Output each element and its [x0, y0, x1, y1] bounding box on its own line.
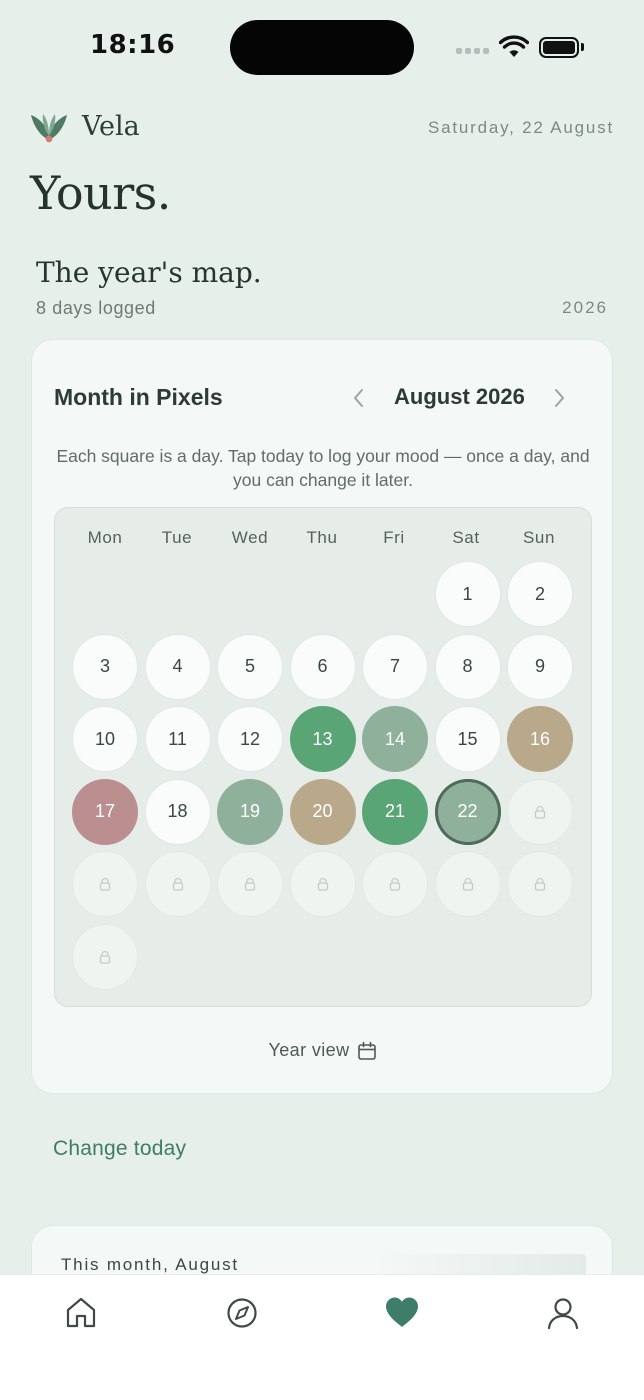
calendar-day[interactable]: 5: [217, 633, 283, 700]
weekday-label: Wed: [231, 528, 269, 547]
vela-logo-icon: [31, 114, 67, 143]
calendar-day[interactable]: 4: [144, 633, 211, 700]
compass-icon[interactable]: [224, 1295, 260, 1331]
section-title: The year's map.: [36, 256, 262, 289]
lock-icon: [99, 950, 111, 964]
lock-icon: [99, 877, 111, 891]
weekday-label: Tue: [161, 528, 193, 547]
current-date: Saturday, 22 August: [427, 118, 614, 137]
lock-icon: [317, 877, 328, 891]
calendar-day[interactable]: 2: [507, 561, 573, 627]
calendar-day[interactable]: 8: [434, 633, 501, 700]
calendar-day[interactable]: 11: [144, 706, 211, 772]
card-title: Month in Pixels: [54, 384, 223, 410]
calendar-day[interactable]: 1: [434, 561, 501, 627]
calendar-day-locked: [507, 778, 573, 845]
dynamic-island: [230, 20, 414, 75]
lock-icon: [462, 877, 473, 891]
user-icon[interactable]: [545, 1295, 581, 1331]
cellular-signal-icon: [456, 48, 489, 54]
calendar-day-locked: [72, 851, 138, 917]
calendar-day[interactable]: 15: [434, 706, 501, 772]
home-icon[interactable]: [63, 1295, 99, 1331]
weekday-label: Mon: [87, 528, 123, 547]
calendar-day[interactable]: 13: [289, 706, 356, 772]
calendar-grid: Mon Tue Wed Thu Fri Sat Sun 1 2 3 4 5 6 7 8 9 10 1…: [54, 507, 592, 1007]
calendar-day[interactable]: 6: [289, 633, 356, 700]
calendar-day[interactable]: 17: [72, 778, 138, 845]
wifi-icon: [499, 35, 529, 57]
year-view-button[interactable]: Year view: [32, 1040, 614, 1061]
calendar-day[interactable]: 7: [362, 633, 428, 700]
calendar-day-locked: [72, 923, 138, 990]
month-label: August 2026: [394, 384, 525, 409]
lock-icon: [244, 877, 256, 891]
page-title: Yours.: [30, 166, 171, 220]
calendar-day-locked: [289, 851, 356, 917]
calendar-day[interactable]: 14: [362, 706, 428, 772]
previous-month-chevron-icon[interactable]: [350, 386, 368, 410]
status-bar: 18:16: [0, 0, 644, 96]
weekday-label: Sat: [452, 528, 480, 547]
calendar-day[interactable]: 16: [507, 706, 573, 772]
calendar-day-locked: [507, 851, 573, 917]
calendar-day-today[interactable]: 22: [434, 778, 501, 845]
calendar-day[interactable]: 21: [362, 778, 428, 845]
bottom-tab-bar: [0, 1274, 644, 1400]
calendar-day[interactable]: 3: [72, 633, 138, 700]
calendar-day-locked: [362, 851, 428, 917]
change-today-link[interactable]: Change today: [53, 1137, 186, 1161]
year-view-label: Year view: [268, 1040, 350, 1060]
calendar-helper-text: Each square is a day. Tap today to log y…: [56, 446, 590, 490]
weekday-label: Thu: [306, 528, 338, 547]
weekday-label: Sun: [522, 528, 556, 547]
battery-icon: [539, 37, 579, 58]
brand-name: Vela: [82, 111, 140, 142]
calendar-day-locked: [217, 851, 283, 917]
calendar-icon: [358, 1041, 377, 1060]
status-time: 18:16: [90, 30, 176, 60]
month-in-pixels-card: Month in Pixels August 2026 Each square …: [31, 339, 613, 1094]
lock-icon: [534, 805, 546, 819]
this-month-title: This month, August: [61, 1255, 239, 1274]
calendar-day[interactable]: 10: [72, 706, 138, 772]
heart-icon[interactable]: [384, 1295, 420, 1331]
calendar-day-locked: [144, 851, 211, 917]
days-logged-count: 8 days logged: [36, 298, 156, 318]
calendar-day[interactable]: 20: [289, 778, 356, 845]
lock-icon: [534, 877, 546, 891]
lock-icon: [389, 877, 401, 891]
next-month-chevron-icon[interactable]: [550, 386, 568, 410]
lock-icon: [172, 877, 183, 891]
calendar-day[interactable]: 18: [144, 778, 211, 845]
weekday-label: Fri: [383, 528, 405, 547]
year-label: 2026: [562, 298, 608, 317]
calendar-day[interactable]: 12: [217, 706, 283, 772]
calendar-day[interactable]: 9: [507, 633, 573, 700]
calendar-day[interactable]: 19: [217, 778, 283, 845]
calendar-day-locked: [434, 851, 501, 917]
